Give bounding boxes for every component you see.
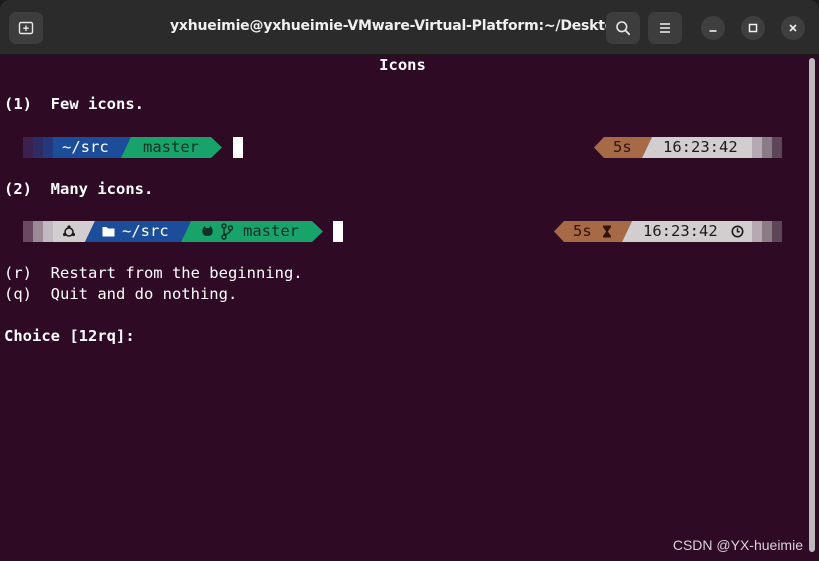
search-button[interactable] xyxy=(606,12,640,44)
left-fade-decoration xyxy=(23,221,53,242)
clock-icon xyxy=(731,225,744,238)
terminal-window: yxhueimie@yxhueimie-VMware-Virtual-Platf… xyxy=(0,0,819,561)
github-icon xyxy=(202,226,213,236)
prompt-preview-few-icons: ~/src master 5s 16:23:42 xyxy=(0,137,805,158)
prompt-preview-many-icons: ~/src master 5s 16:23:42 xyxy=(0,221,805,242)
option-quit: (q) Quit and do nothing. xyxy=(4,285,238,303)
scrollbar[interactable] xyxy=(809,58,815,552)
ubuntu-logo-icon xyxy=(63,225,75,237)
folder-icon xyxy=(102,227,115,237)
duration-segment: 5s xyxy=(573,222,592,240)
minimize-icon xyxy=(709,30,717,32)
heading: Icons xyxy=(379,56,426,74)
branch-segment: master xyxy=(243,222,299,240)
maximize-button[interactable] xyxy=(741,16,765,40)
left-fade-decoration xyxy=(23,137,53,158)
option-1: (1) Few icons. xyxy=(4,95,144,113)
close-button[interactable] xyxy=(781,16,805,40)
time-segment: 16:23:42 xyxy=(663,138,738,156)
option-2: (2) Many icons. xyxy=(4,180,154,198)
branch-segment: master xyxy=(143,138,199,156)
search-icon xyxy=(616,21,631,36)
watermark: CSDN @YX-hueimie xyxy=(672,537,803,553)
new-tab-button[interactable] xyxy=(9,12,43,44)
option-restart: (r) Restart from the beginning. xyxy=(4,264,303,282)
dir-segment: ~/src xyxy=(62,138,109,156)
minimize-button[interactable] xyxy=(701,16,725,40)
hamburger-menu-icon xyxy=(660,23,670,33)
dir-segment: ~/src xyxy=(122,222,169,240)
new-tab-icon xyxy=(18,21,34,35)
title-bar: yxhueimie@yxhueimie-VMware-Virtual-Platf… xyxy=(0,0,819,55)
choice-prompt: Choice [12rq]: xyxy=(4,327,135,345)
cursor xyxy=(333,221,343,242)
maximize-icon xyxy=(748,23,758,33)
duration-segment: 5s xyxy=(613,138,632,156)
close-icon xyxy=(789,24,797,32)
terminal-area[interactable]: Icons (1) Few icons. ~/src master 5s 16:… xyxy=(0,55,805,561)
menu-button[interactable] xyxy=(648,12,682,44)
git-branch-icon xyxy=(221,223,233,240)
hourglass-icon xyxy=(603,225,611,238)
cursor xyxy=(233,137,243,158)
window-title: yxhueimie@yxhueimie-VMware-Virtual-Platf… xyxy=(170,18,625,34)
time-segment: 16:23:42 xyxy=(643,222,718,240)
